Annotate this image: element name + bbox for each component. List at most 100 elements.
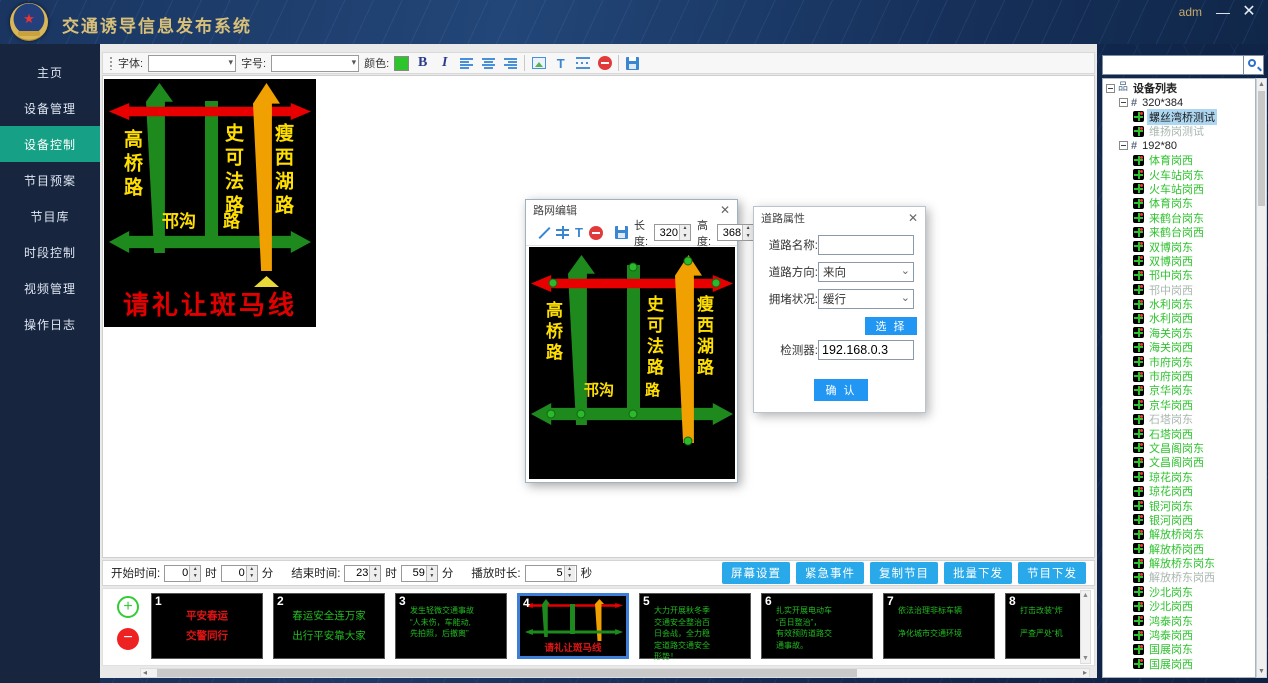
action-button[interactable]: 屏幕设置 [722, 562, 790, 584]
scrollbar-thumb[interactable] [1258, 91, 1265, 206]
close-icon[interactable]: ✕ [720, 203, 730, 217]
tree-item[interactable]: 市府岗东 [1103, 354, 1255, 368]
sidebar-item[interactable]: 节目预案 [0, 162, 100, 198]
tree-item[interactable]: 解放桥岗东 [1103, 527, 1255, 541]
road-network-icon[interactable] [576, 57, 590, 69]
stepper-arrows[interactable]: ▲▼ [369, 566, 380, 581]
program-canvas[interactable]: 高桥路 史可法路 瘦西湖路 邗沟 路 请礼让斑马线 路网编辑 ✕ [102, 75, 1095, 558]
tree-item[interactable]: 体育岗东 [1103, 196, 1255, 210]
control-point[interactable] [629, 410, 638, 419]
tree-item[interactable]: 石塔岗东 [1103, 412, 1255, 426]
sidebar-item[interactable]: 设备控制 [0, 126, 100, 162]
tree-item[interactable]: 银河岗西 [1103, 513, 1255, 527]
tree-item[interactable]: 火车站岗东 [1103, 167, 1255, 181]
control-point[interactable] [684, 437, 693, 446]
tree-item[interactable]: 国展岗西 [1103, 657, 1255, 671]
end-hour-stepper[interactable]: ▲▼ [344, 565, 381, 582]
device-tree-scrollbar[interactable]: ▲ ▼ [1256, 78, 1267, 678]
sidebar-item[interactable]: 设备管理 [0, 90, 100, 126]
end-minute-stepper[interactable]: ▲▼ [401, 565, 438, 582]
bold-icon[interactable]: B [414, 55, 431, 72]
duration-input[interactable] [526, 566, 564, 581]
start-hour-input[interactable] [165, 566, 189, 581]
tree-expander-icon[interactable] [1119, 141, 1128, 150]
stepper-arrows[interactable]: ▲▼ [742, 225, 753, 240]
program-thumbnail[interactable]: 2 春运安全连万家 出行平安靠大家 [273, 593, 385, 659]
search-button[interactable] [1244, 55, 1264, 75]
tree-item[interactable]: 琼花岗西 [1103, 484, 1255, 498]
program-thumbnail[interactable]: 1 平安春运 交警同行 [151, 593, 263, 659]
road-direction-select[interactable]: 来向 [818, 262, 914, 282]
tree-item[interactable]: 双博岗东 [1103, 239, 1255, 253]
control-point[interactable] [629, 263, 638, 272]
scroll-down-icon[interactable]: ▼ [1081, 655, 1090, 662]
stepper-arrows[interactable]: ▲▼ [426, 566, 437, 581]
insert-text-icon[interactable]: T [552, 55, 569, 72]
start-minute-stepper[interactable]: ▲▼ [221, 565, 258, 582]
scrollbar-thumb[interactable] [157, 669, 857, 677]
tree-item[interactable]: 解放桥东岗东 [1103, 556, 1255, 570]
tree-item[interactable]: 文昌阁岗东 [1103, 441, 1255, 455]
stepper-arrows[interactable]: ▲▼ [679, 225, 690, 240]
action-button[interactable]: 复制节目 [870, 562, 938, 584]
close-icon[interactable]: ✕ [908, 211, 918, 225]
start-hour-stepper[interactable]: ▲▼ [164, 565, 201, 582]
stepper-arrows[interactable]: ▲▼ [564, 566, 575, 581]
tree-item[interactable]: 鸿泰岗西 [1103, 628, 1255, 642]
insert-text-icon[interactable]: T [575, 224, 583, 241]
end-hour-input[interactable] [345, 566, 369, 581]
action-button[interactable]: 批量下发 [944, 562, 1012, 584]
action-button[interactable]: 紧急事件 [796, 562, 864, 584]
tree-item[interactable]: 银河岗东 [1103, 498, 1255, 512]
tree-item[interactable]: 市府岗西 [1103, 369, 1255, 383]
tree-item[interactable]: 水利岗西 [1103, 311, 1255, 325]
stepper-arrows[interactable]: ▲▼ [246, 566, 257, 581]
align-right-icon[interactable] [504, 58, 517, 69]
tree-item[interactable]: 火车站岗西 [1103, 182, 1255, 196]
program-thumbnail[interactable]: 4 请礼让斑马线 [517, 593, 629, 659]
stepper-arrows[interactable]: ▲▼ [189, 566, 200, 581]
scroll-up-icon[interactable]: ▲ [1081, 592, 1090, 599]
control-point[interactable] [549, 279, 558, 288]
tree-item[interactable]: 海关岗东 [1103, 326, 1255, 340]
delete-icon[interactable] [598, 56, 612, 70]
scroll-left-icon[interactable]: ◂ [143, 668, 147, 678]
led-screen-preview[interactable]: 高桥路 史可法路 瘦西湖路 邗沟 路 请礼让斑马线 [104, 79, 316, 327]
insert-image-icon[interactable] [532, 57, 546, 69]
sidebar-item[interactable]: 操作日志 [0, 306, 100, 342]
tree-item[interactable]: 水利岗东 [1103, 297, 1255, 311]
road-name-input[interactable] [818, 235, 914, 255]
tree-item[interactable]: 来鹤台岗东 [1103, 211, 1255, 225]
minimize-icon[interactable]: — [1212, 2, 1234, 22]
tree-item[interactable]: 沙北岗东 [1103, 585, 1255, 599]
tree-item[interactable]: 海关岗西 [1103, 340, 1255, 354]
tree-expander-icon[interactable] [1106, 84, 1115, 93]
sidebar-item[interactable]: 主页 [0, 54, 100, 90]
tree-item[interactable]: 双博岗西 [1103, 254, 1255, 268]
thumbnail-scrollbar-horizontal[interactable]: ◂ ▸ [140, 668, 1090, 678]
start-minute-input[interactable] [222, 566, 246, 581]
tree-item[interactable]: 品 设备列表 [1103, 81, 1255, 95]
tree-item[interactable]: 螺丝湾桥测试 [1103, 110, 1255, 124]
save-icon[interactable] [615, 226, 628, 239]
road-cross-icon[interactable] [556, 226, 569, 239]
scroll-down-icon[interactable]: ▼ [1257, 668, 1266, 675]
program-thumbnail[interactable]: 3 发生轻微交通事故 “人未伤，车能动, 先拍照，后撤离” [395, 593, 507, 659]
tree-item[interactable]: 解放桥岗西 [1103, 542, 1255, 556]
tree-item[interactable]: 石塔岗西 [1103, 426, 1255, 440]
control-point[interactable] [577, 410, 586, 419]
sidebar-item[interactable]: 时段控制 [0, 234, 100, 270]
align-center-icon[interactable] [482, 58, 495, 69]
program-thumbnail[interactable]: 8 打击改装“炸 严查严处“机 [1005, 593, 1081, 659]
length-input[interactable] [655, 225, 679, 240]
draw-line-icon[interactable] [536, 226, 550, 240]
control-point[interactable] [684, 257, 693, 266]
color-swatch[interactable] [394, 56, 409, 71]
end-minute-input[interactable] [402, 566, 426, 581]
detector-input[interactable] [818, 340, 914, 360]
italic-icon[interactable]: I [436, 55, 453, 72]
tree-item[interactable]: 国展岗东 [1103, 642, 1255, 656]
length-stepper[interactable]: ▲▼ [654, 224, 691, 241]
thumbnail-scrollbar-vertical[interactable]: ▲ ▼ [1080, 590, 1091, 664]
align-left-icon[interactable] [460, 58, 473, 69]
